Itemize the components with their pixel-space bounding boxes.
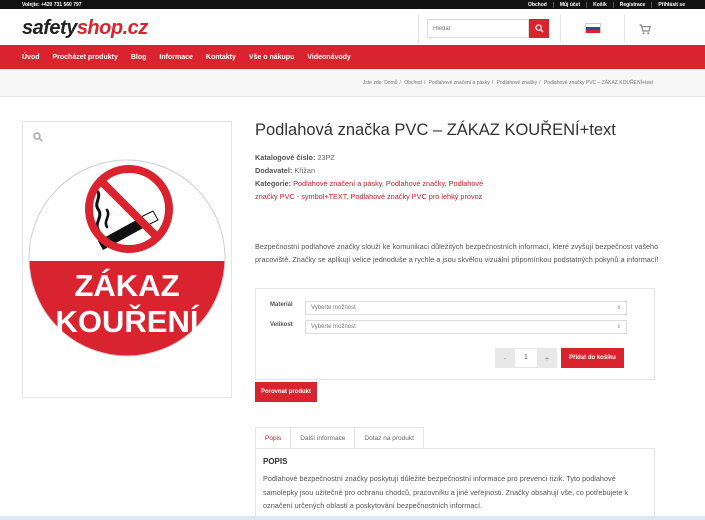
supplier-name: Křižan <box>294 166 316 175</box>
zoom-icon[interactable] <box>33 132 43 142</box>
category-link[interactable]: Podlahové značky <box>386 179 445 188</box>
material-select[interactable]: Vyberte možnost ⇕ <box>305 301 627 315</box>
browser-bottom-strip <box>0 516 705 520</box>
search-icon <box>534 24 544 33</box>
sign-text-line2: KOUŘENÍ <box>56 303 200 339</box>
cart-icon[interactable] <box>639 22 651 40</box>
tab-product-inquiry[interactable]: Dotaz na produkt <box>355 427 424 449</box>
tab-description[interactable]: Popis <box>255 427 292 449</box>
language-flag-icon[interactable] <box>585 23 601 33</box>
breadcrumb-item[interactable]: Obchod <box>404 80 422 86</box>
compare-button[interactable]: Porovnat produkt <box>255 382 317 402</box>
category-link[interactable]: Podlahové značky PVC pro lehký provoz <box>351 192 483 201</box>
category-link[interactable]: Podlahové značení a pásky <box>293 179 382 188</box>
nav-item-videos[interactable]: Videonávody <box>307 54 350 61</box>
nav-item-blog[interactable]: Blog <box>131 54 147 61</box>
product-description: Bezpečnostní podlahové značky slouží ke … <box>255 242 659 265</box>
product-meta: Katalogové číslo: 23PZ Dodavatel: Křižan… <box>255 153 484 201</box>
nav-item-contacts[interactable]: Kontakty <box>206 54 236 61</box>
link-cart[interactable]: Košík <box>586 1 613 8</box>
quantity-input[interactable]: 1 <box>515 348 537 368</box>
link-login[interactable]: Přihlásit se <box>651 1 691 8</box>
divider <box>560 15 561 43</box>
quantity-decrease-button[interactable]: - <box>495 348 515 368</box>
product-title: Podlahová značka PVC – ZÁKAZ KOUŘENÍ+tex… <box>255 121 616 139</box>
breadcrumb-item[interactable]: Podlahové značení a pásky <box>429 80 490 86</box>
sign-text-line1: ZÁKAZ <box>74 268 179 303</box>
divider <box>624 15 625 43</box>
product-image[interactable]: ZÁKAZ KOUŘENÍ <box>22 121 232 398</box>
nav-item-shopping[interactable]: Vše o nákupu <box>249 54 295 61</box>
material-select-value: Vyberte možnost <box>311 305 356 311</box>
select-arrows-icon: ⇕ <box>616 305 621 311</box>
category-label: Kategorie: <box>255 179 292 188</box>
add-to-cart-button[interactable]: Přidat do košíku <box>561 348 624 368</box>
breadcrumb-prefix: Jste zde: <box>362 80 383 86</box>
quantity-increase-button[interactable]: + <box>537 348 557 368</box>
breadcrumb-item[interactable]: Domů <box>384 80 397 86</box>
nav-item-info[interactable]: Informace <box>159 54 192 61</box>
catalog-number: 23PZ <box>317 153 335 162</box>
nav-item-products[interactable]: Procházet produkty <box>53 54 118 61</box>
product-tabs: Popis Další informace Dotaz na produkt <box>255 427 424 449</box>
variations-form: Materiál Vyberte možnost ⇕ Velikost Vybe… <box>255 288 655 380</box>
size-label: Velikost <box>270 322 293 328</box>
select-arrows-icon: ⇕ <box>616 324 621 330</box>
tab-panel-description: POPIS Podlahové bezpečnostní značky posk… <box>255 448 655 520</box>
main-nav: Úvod Procházet produkty Blog Informace K… <box>0 45 705 69</box>
link-my-account[interactable]: Můj účet <box>552 1 586 8</box>
top-bar: Volejte: +420 731 560 797 Obchod Můj úče… <box>0 0 705 9</box>
search-input[interactable] <box>427 19 529 38</box>
divider <box>418 15 419 43</box>
breadcrumb: Jste zde: Domů / Obchod / Podlahové značen… <box>362 80 653 86</box>
logo-text-shop: shop.cz <box>76 17 148 39</box>
tab-panel-text: Podlahové bezpečnostní značky poskytují … <box>263 474 629 510</box>
breadcrumb-item[interactable]: Podlahové značky <box>497 80 538 86</box>
tab-additional-info[interactable]: Další informace <box>291 427 356 449</box>
size-select-value: Vyberte možnost <box>311 324 356 330</box>
material-label: Materiál <box>270 302 293 308</box>
account-links: Obchod Můj účet Košík Registrace Přihlás… <box>522 1 691 8</box>
site-logo[interactable]: safetyshop.cz <box>22 17 148 40</box>
nav-item-home[interactable]: Úvod <box>22 54 40 61</box>
catalog-label: Katalogové číslo: <box>255 153 316 162</box>
search-button[interactable] <box>529 19 549 38</box>
phone-number: Volejte: +420 731 560 797 <box>22 1 82 8</box>
no-smoking-sign: ZÁKAZ KOUŘENÍ <box>28 159 226 357</box>
tab-panel-title: POPIS <box>263 457 288 466</box>
size-select[interactable]: Vyberte možnost ⇕ <box>305 320 627 334</box>
link-shop[interactable]: Obchod <box>522 2 553 8</box>
logo-text-safety: safety <box>22 17 77 39</box>
site-header: safetyshop.cz <box>0 9 705 45</box>
supplier-label: Dodavatel: <box>255 166 293 175</box>
breadcrumb-bar: Jste zde: Domů / Obchod / Podlahové značen… <box>0 69 705 97</box>
link-register[interactable]: Registrace <box>612 1 652 8</box>
breadcrumb-current: Podlahové značky PVC – ZÁKAZ KOUŘENÍ+tex… <box>543 80 653 86</box>
quantity-stepper: - 1 + <box>495 348 557 368</box>
